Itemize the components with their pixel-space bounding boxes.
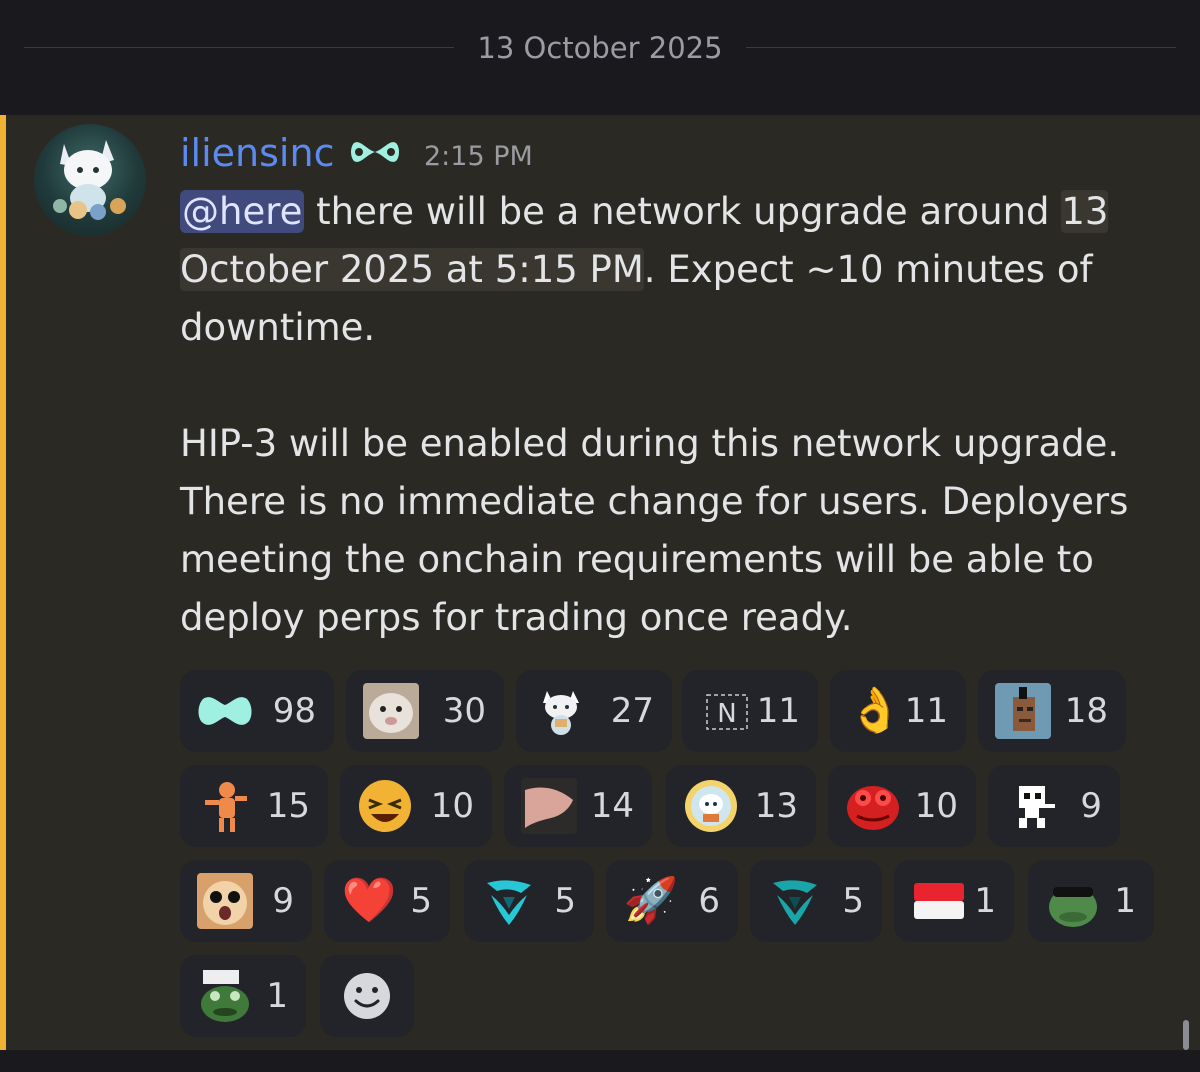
scrollbar-thumb[interactable] [1183, 1020, 1189, 1050]
flag-indonesia-icon [910, 873, 968, 929]
reaction-count: 27 [610, 691, 654, 731]
avatar[interactable] [34, 124, 146, 236]
ok-hand-icon: 👌 [847, 685, 903, 736]
reaction-count: 9 [272, 881, 294, 921]
reaction-count: 9 [1080, 786, 1102, 826]
hyperliquid-blob-icon [196, 683, 254, 739]
reaction-row: 98 30 27 N 11 👌 11 18 [180, 670, 1170, 752]
svg-text:N: N [717, 699, 736, 729]
reaction-hyperliquid-blob[interactable]: 98 [180, 670, 334, 752]
heart-icon: ❤️ [341, 875, 397, 926]
reaction-pixel-skull[interactable]: 9 [988, 765, 1120, 847]
reaction-teal-logo[interactable]: 5 [464, 860, 594, 942]
event-timestamp-part-2[interactable]: October 2025 at 5:15 PM [180, 248, 644, 291]
reaction-row: 1 [180, 955, 1170, 1037]
smile-icon [344, 973, 390, 1019]
beluga-cat-icon [362, 683, 420, 739]
red-pepe-icon [844, 778, 902, 834]
frog-sunglasses-icon [1044, 873, 1102, 929]
reaction-red-pepe[interactable]: 10 [828, 765, 976, 847]
cat-character-icon [532, 683, 590, 739]
reaction-count: 18 [1064, 691, 1108, 731]
event-timestamp-part-1[interactable]: 13 [1061, 190, 1109, 233]
author-username[interactable]: iliensinc [180, 131, 334, 175]
reaction-heart[interactable]: ❤️ 5 [324, 860, 450, 942]
reaction-beluga-cat[interactable]: 30 [346, 670, 504, 752]
reaction-count: 30 [442, 691, 486, 731]
reaction-frog-sunglasses[interactable]: 1 [1028, 860, 1154, 942]
reaction-row: 9 ❤️ 5 5 🚀 6 5 1 1 [180, 860, 1170, 942]
composer-edge [0, 1050, 1200, 1072]
reaction-laughing-face[interactable]: 10 [340, 765, 492, 847]
reaction-count: 5 [554, 881, 576, 921]
shocked-cat-icon [196, 873, 254, 929]
reaction-flag-indonesia[interactable]: 1 [894, 860, 1014, 942]
channel-top-area: 13 October 2025 [0, 0, 1200, 115]
orange-dancer-icon [196, 778, 254, 834]
reaction-count: 11 [904, 691, 948, 731]
teal-logo-icon [480, 873, 538, 929]
pixel-skull-icon [1004, 778, 1062, 834]
here-mention[interactable]: @here [180, 190, 305, 233]
reaction-row: 15 10 14 13 10 9 [180, 765, 1170, 847]
reaction-cat-character[interactable]: 27 [516, 670, 672, 752]
reaction-hand-pinch[interactable]: 14 [504, 765, 652, 847]
message-paragraph-1: @here there will be a network upgrade ar… [180, 183, 1170, 357]
cat-badge-icon [682, 778, 740, 834]
reaction-count: 10 [430, 786, 474, 826]
reactions-bar: 98 30 27 N 11 👌 11 18 15 10 14 13 10 9 9… [180, 670, 1170, 1050]
date-divider-line-left [24, 47, 454, 48]
reaction-cat-badge[interactable]: 13 [666, 765, 816, 847]
reaction-count: 1 [974, 881, 996, 921]
hyperliquid-glyph-icon [350, 135, 400, 173]
mention-highlight-bar [0, 115, 6, 1050]
reaction-count: 1 [266, 976, 288, 1016]
reaction-frog-sign[interactable]: 1 [180, 955, 306, 1037]
rocket-icon: 🚀 [623, 875, 679, 926]
reaction-rocket[interactable]: 🚀 6 [606, 860, 738, 942]
reaction-count: 13 [754, 786, 798, 826]
frog-sign-icon [196, 968, 254, 1024]
message-paragraph-2: HIP-3 will be enabled during this networ… [180, 422, 1129, 639]
message: iliensinc 2:15 PM @here there will be a … [0, 115, 1200, 1050]
reaction-count: 11 [756, 691, 800, 731]
reaction-count: 6 [698, 881, 720, 921]
add-reaction-button[interactable] [320, 955, 414, 1037]
reaction-count: 10 [914, 786, 958, 826]
message-timestamp: 2:15 PM [424, 141, 533, 172]
reaction-shocked-cat[interactable]: 9 [180, 860, 312, 942]
teal-logo-dark-icon [766, 873, 824, 929]
date-divider: 13 October 2025 [477, 31, 723, 65]
reaction-punk-avatar[interactable]: 18 [978, 670, 1126, 752]
punk-avatar-icon [994, 683, 1052, 739]
reaction-count: 15 [266, 786, 310, 826]
message-content: @here there will be a network upgrade ar… [180, 183, 1170, 647]
reaction-n-box[interactable]: N 11 [682, 670, 818, 752]
reaction-teal-logo-dark[interactable]: 5 [750, 860, 882, 942]
reaction-count: 5 [842, 881, 864, 921]
date-divider-line-right [746, 47, 1176, 48]
laughing-face-icon [356, 778, 414, 834]
reaction-count: 98 [272, 691, 316, 731]
reaction-ok-hand[interactable]: 👌 11 [830, 670, 966, 752]
reaction-orange-dancer[interactable]: 15 [180, 765, 328, 847]
reaction-count: 5 [410, 881, 432, 921]
reaction-count: 1 [1114, 881, 1136, 921]
n-box-icon: N [698, 683, 756, 739]
message-text: there will be a network upgrade around [304, 190, 1062, 233]
hand-pinch-icon [520, 778, 578, 834]
reaction-count: 14 [590, 786, 634, 826]
